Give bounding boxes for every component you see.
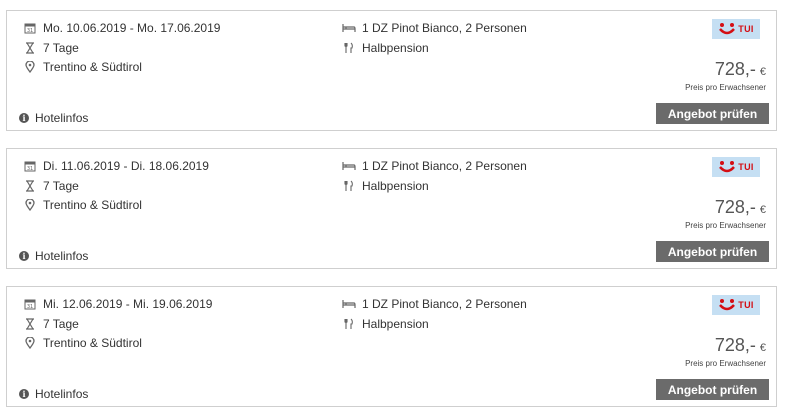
map-pin-icon bbox=[23, 336, 37, 350]
tui-smile-icon bbox=[719, 299, 736, 311]
price-note: Preis pro Erwachsener bbox=[685, 83, 766, 92]
svg-text:31: 31 bbox=[27, 166, 33, 172]
hotelinfo-link[interactable]: i Hotelinfos bbox=[19, 111, 88, 125]
hourglass-icon bbox=[23, 41, 37, 55]
hotelinfo-link[interactable]: i Hotelinfos bbox=[19, 387, 88, 401]
room-info: 1 DZ Pinot Bianco, 2 Personen bbox=[342, 21, 527, 35]
calendar-icon: 31 bbox=[23, 297, 37, 311]
price: 728,- € bbox=[714, 197, 766, 217]
price: 728,- € bbox=[714, 59, 766, 79]
price: 728,- € bbox=[714, 335, 766, 355]
info-icon: i bbox=[19, 389, 29, 399]
offer-card: 31 Mi. 12.06.2019 - Mi. 19.06.2019 7 Tag… bbox=[6, 286, 777, 407]
duration: 7 Tage bbox=[23, 41, 79, 55]
price-note: Preis pro Erwachsener bbox=[685, 221, 766, 230]
hourglass-icon bbox=[23, 317, 37, 331]
travel-dates: 31 Mo. 10.06.2019 - Mo. 17.06.2019 bbox=[23, 21, 220, 35]
bed-icon bbox=[342, 159, 356, 173]
price-note: Preis pro Erwachsener bbox=[685, 359, 766, 368]
info-icon: i bbox=[19, 251, 29, 261]
offer-card: 31 Di. 11.06.2019 - Di. 18.06.2019 7 Tag… bbox=[6, 148, 777, 269]
hourglass-icon bbox=[23, 179, 37, 193]
svg-text:31: 31 bbox=[27, 28, 33, 34]
tui-logo: TUI bbox=[712, 19, 760, 39]
cutlery-icon bbox=[342, 317, 356, 331]
travel-dates: 31 Mi. 12.06.2019 - Mi. 19.06.2019 bbox=[23, 297, 212, 311]
hotelinfo-link[interactable]: i Hotelinfos bbox=[19, 249, 88, 263]
tui-smile-icon bbox=[719, 23, 736, 35]
duration: 7 Tage bbox=[23, 317, 79, 331]
map-pin-icon bbox=[23, 198, 37, 212]
map-pin-icon bbox=[23, 60, 37, 74]
duration: 7 Tage bbox=[23, 179, 79, 193]
bed-icon bbox=[342, 297, 356, 311]
region: Trentino & Südtirol bbox=[23, 60, 142, 74]
check-offer-button[interactable]: Angebot prüfen bbox=[656, 103, 769, 124]
tui-smile-icon bbox=[719, 161, 736, 173]
travel-dates: 31 Di. 11.06.2019 - Di. 18.06.2019 bbox=[23, 159, 209, 173]
tui-logo: TUI bbox=[712, 157, 760, 177]
board-info: Halbpension bbox=[342, 41, 429, 55]
check-offer-button[interactable]: Angebot prüfen bbox=[656, 379, 769, 400]
info-icon: i bbox=[19, 113, 29, 123]
room-info: 1 DZ Pinot Bianco, 2 Personen bbox=[342, 297, 527, 311]
room-info: 1 DZ Pinot Bianco, 2 Personen bbox=[342, 159, 527, 173]
tui-logo: TUI bbox=[712, 295, 760, 315]
svg-text:31: 31 bbox=[27, 304, 33, 310]
bed-icon bbox=[342, 21, 356, 35]
cutlery-icon bbox=[342, 179, 356, 193]
board-info: Halbpension bbox=[342, 317, 429, 331]
board-info: Halbpension bbox=[342, 179, 429, 193]
region: Trentino & Südtirol bbox=[23, 198, 142, 212]
offer-card: 31 Mo. 10.06.2019 - Mo. 17.06.2019 7 Tag… bbox=[6, 10, 777, 131]
cutlery-icon bbox=[342, 41, 356, 55]
region: Trentino & Südtirol bbox=[23, 336, 142, 350]
check-offer-button[interactable]: Angebot prüfen bbox=[656, 241, 769, 262]
calendar-icon: 31 bbox=[23, 21, 37, 35]
calendar-icon: 31 bbox=[23, 159, 37, 173]
